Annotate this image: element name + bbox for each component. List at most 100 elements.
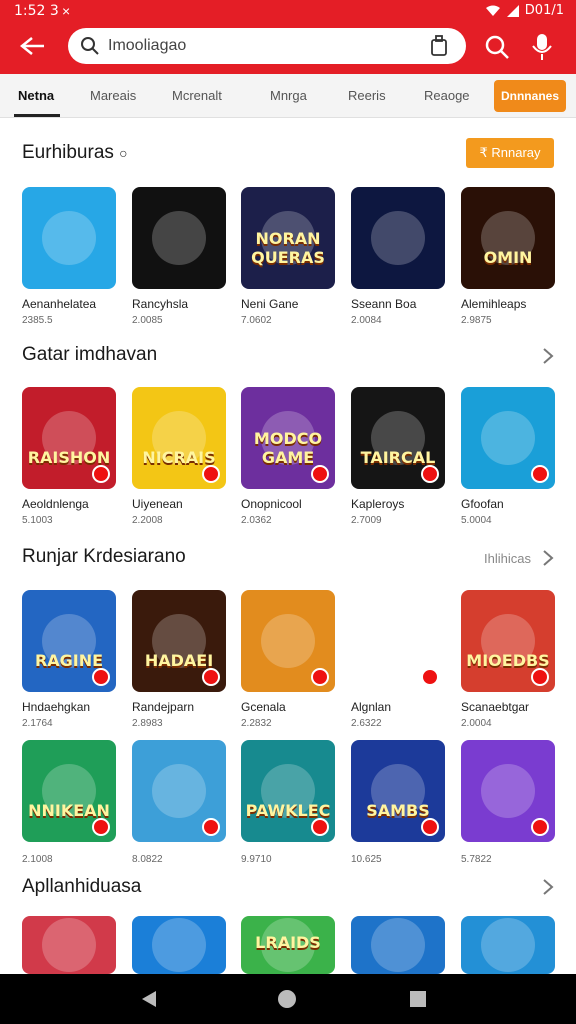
app-card[interactable] bbox=[461, 916, 555, 974]
app-card[interactable]: RAGINE bbox=[22, 590, 116, 692]
app-card[interactable]: SAMBS bbox=[351, 740, 445, 842]
app-logo-text: MODCO GAME bbox=[253, 429, 323, 467]
app-card[interactable] bbox=[132, 187, 226, 289]
app-card[interactable]: OMIN bbox=[461, 187, 555, 289]
app-meta: 8.0822 bbox=[132, 854, 163, 865]
badge-icon bbox=[531, 818, 549, 836]
app-name: Aeoldnlenga bbox=[22, 497, 89, 511]
section-title: Runjar Krdesiarano bbox=[22, 546, 186, 567]
nav-recents-icon[interactable] bbox=[410, 991, 426, 1007]
app-name: Uiyenean bbox=[132, 497, 183, 511]
category-tabs: Netna Mareais Mcrenalt Mnrga Reeris Reao… bbox=[0, 74, 576, 118]
status-right: D01/1 bbox=[485, 3, 564, 18]
app-meta: 2.2832 bbox=[241, 718, 272, 729]
chevron-right-icon[interactable] bbox=[542, 878, 554, 896]
section-title: Eurhiburas ○ bbox=[22, 142, 128, 164]
app-logo-text: LRAIDS bbox=[255, 933, 321, 952]
section-title-text: Eurhiburas bbox=[22, 142, 114, 163]
badge-icon bbox=[92, 465, 110, 483]
app-meta: 5.1003 bbox=[22, 515, 53, 526]
app-card[interactable] bbox=[351, 590, 445, 692]
nav-back-icon[interactable] bbox=[140, 990, 158, 1008]
tab-reaoge[interactable]: Reaoge bbox=[424, 88, 470, 103]
app-name: Scanaebtgar bbox=[461, 700, 530, 714]
app-meta: 2.6322 bbox=[351, 718, 382, 729]
badge-icon bbox=[531, 465, 549, 483]
app-meta: 7.0602 bbox=[241, 315, 272, 326]
lens-icon[interactable] bbox=[430, 35, 448, 57]
app-meta: 2385.5 bbox=[22, 315, 53, 326]
app-card[interactable]: NICRAIS bbox=[132, 387, 226, 489]
tab-reeris[interactable]: Reeris bbox=[348, 88, 386, 103]
badge-icon bbox=[92, 668, 110, 686]
app-name: Rancyhsla bbox=[132, 297, 189, 311]
app-meta: 10.625 bbox=[351, 854, 382, 865]
badge-icon bbox=[311, 668, 329, 686]
app-card[interactable]: TAIRCAL bbox=[351, 387, 445, 489]
search-icon bbox=[81, 37, 99, 55]
wifi-icon bbox=[485, 5, 500, 16]
app-card[interactable]: MODCO GAME bbox=[241, 387, 335, 489]
app-card[interactable] bbox=[351, 187, 445, 289]
app-card[interactable] bbox=[22, 187, 116, 289]
app-card[interactable]: RAISHON bbox=[22, 387, 116, 489]
app-logo-text: NORAN QUERAS bbox=[251, 229, 325, 267]
app-meta: 2.7009 bbox=[351, 515, 382, 526]
app-card[interactable] bbox=[351, 916, 445, 974]
app-artwork-icon bbox=[132, 916, 226, 974]
chevron-right-icon[interactable] bbox=[542, 549, 554, 567]
tab-netna[interactable]: Netna bbox=[18, 88, 54, 103]
badge-icon bbox=[421, 818, 439, 836]
chevron-right-icon[interactable] bbox=[542, 347, 554, 365]
app-card[interactable]: HADAEI bbox=[132, 590, 226, 692]
app-card[interactable] bbox=[132, 740, 226, 842]
app-meta: 2.2008 bbox=[132, 515, 163, 526]
app-artwork-icon bbox=[351, 916, 445, 974]
app-meta: 2.0085 bbox=[132, 315, 163, 326]
app-name: Onopnicool bbox=[241, 497, 302, 511]
app-meta: 2.8983 bbox=[132, 718, 163, 729]
app-card[interactable] bbox=[241, 590, 335, 692]
app-card[interactable]: MIOEDBS bbox=[461, 590, 555, 692]
app-name: Hndaehgkan bbox=[22, 700, 91, 714]
tab-mcrenalt[interactable]: Mcrenalt bbox=[172, 88, 222, 103]
microphone-icon[interactable] bbox=[530, 32, 554, 62]
app-card[interactable]: LRAIDS bbox=[241, 916, 335, 974]
app-header: 1:52 3 × D01/1 Imooliagao bbox=[0, 0, 576, 74]
search-icon[interactable] bbox=[484, 34, 510, 60]
search-bar[interactable]: Imooliagao bbox=[68, 28, 466, 64]
app-card[interactable] bbox=[461, 387, 555, 489]
notification-x-icon: × bbox=[62, 3, 71, 19]
app-card[interactable]: PAWKLEC bbox=[241, 740, 335, 842]
tab-mnrga[interactable]: Mnrga bbox=[270, 88, 307, 103]
app-meta: 2.0084 bbox=[351, 315, 382, 326]
app-card[interactable] bbox=[22, 916, 116, 974]
back-arrow-icon[interactable] bbox=[18, 34, 48, 58]
app-card[interactable] bbox=[132, 916, 226, 974]
badge-icon bbox=[202, 818, 220, 836]
section-title: Gatar imdhavan bbox=[22, 344, 158, 365]
tab-cta-button[interactable]: Dnnnanes bbox=[494, 80, 566, 112]
rank-button[interactable]: ₹ Rnnaray bbox=[466, 138, 554, 168]
nav-home-icon[interactable] bbox=[278, 990, 296, 1008]
app-artwork-icon bbox=[351, 187, 445, 289]
app-card[interactable] bbox=[461, 740, 555, 842]
app-name: Kapleroys bbox=[351, 497, 405, 511]
status-time: 1:52 3 bbox=[14, 3, 59, 19]
app-name: Neni Gane bbox=[241, 297, 299, 311]
app-artwork-icon bbox=[461, 187, 555, 289]
app-card[interactable]: NNIKEAN bbox=[22, 740, 116, 842]
app-name: Aenanhelatea bbox=[22, 297, 97, 311]
tab-mareais[interactable]: Mareais bbox=[90, 88, 136, 103]
see-more-link[interactable]: Ihlihicas bbox=[484, 551, 531, 566]
section-title: Apllanhiduasa bbox=[22, 876, 142, 897]
status-bar: 1:52 3 × D01/1 bbox=[0, 0, 576, 22]
app-meta: 2.0004 bbox=[461, 718, 492, 729]
app-name: Sseann Boa bbox=[351, 297, 417, 311]
app-card[interactable]: NORAN QUERAS bbox=[241, 187, 335, 289]
badge-icon bbox=[531, 668, 549, 686]
badge-icon bbox=[311, 465, 329, 483]
app-artwork-icon bbox=[22, 916, 116, 974]
search-input[interactable]: Imooliagao bbox=[108, 37, 186, 55]
app-meta: 2.9875 bbox=[461, 315, 492, 326]
